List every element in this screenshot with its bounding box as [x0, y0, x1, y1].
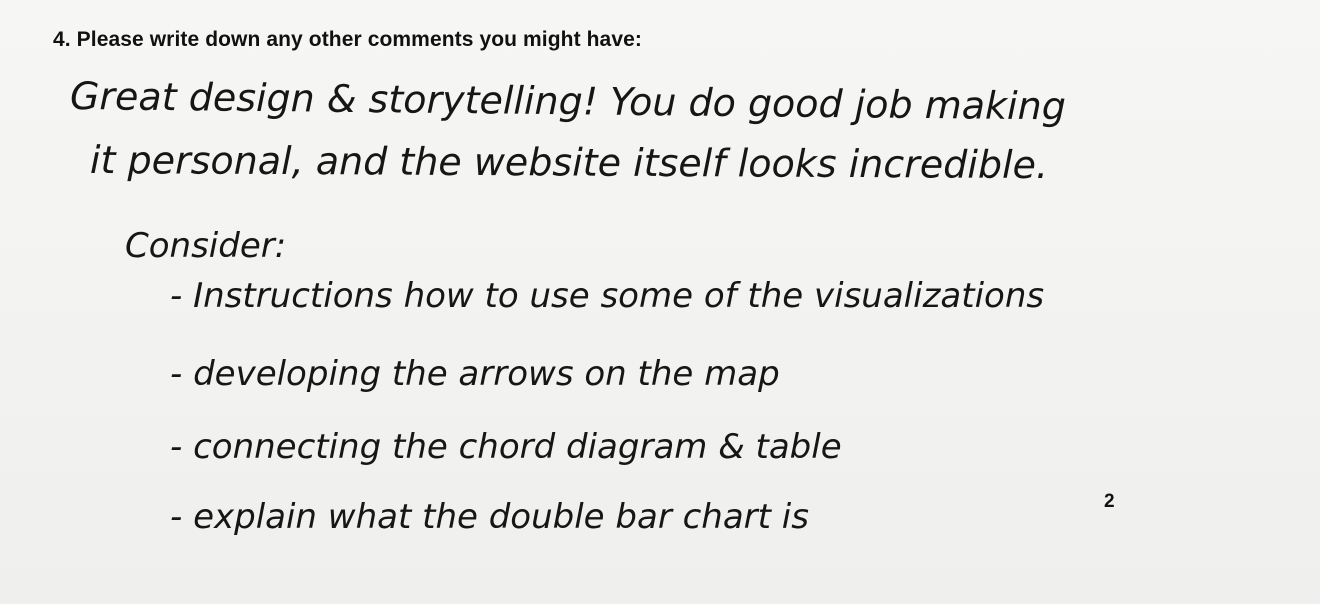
- consider-heading: Consider:: [125, 226, 287, 266]
- suggestion-item: - connecting the chord diagram & table: [170, 427, 842, 467]
- handwritten-comment-line-2: it personal, and the website itself look…: [89, 138, 1049, 188]
- page-number: 2: [1104, 491, 1115, 512]
- survey-page: 4. Please write down any other comments …: [0, 0, 1320, 604]
- handwritten-comment-line-1: Great design & storytelling! You do good…: [69, 74, 1067, 129]
- question-heading: 4. Please write down any other comments …: [53, 28, 642, 51]
- suggestion-item: - developing the arrows on the map: [170, 354, 780, 394]
- suggestion-item: - explain what the double bar chart is: [170, 497, 809, 537]
- suggestion-item: - Instructions how to use some of the vi…: [170, 276, 1045, 316]
